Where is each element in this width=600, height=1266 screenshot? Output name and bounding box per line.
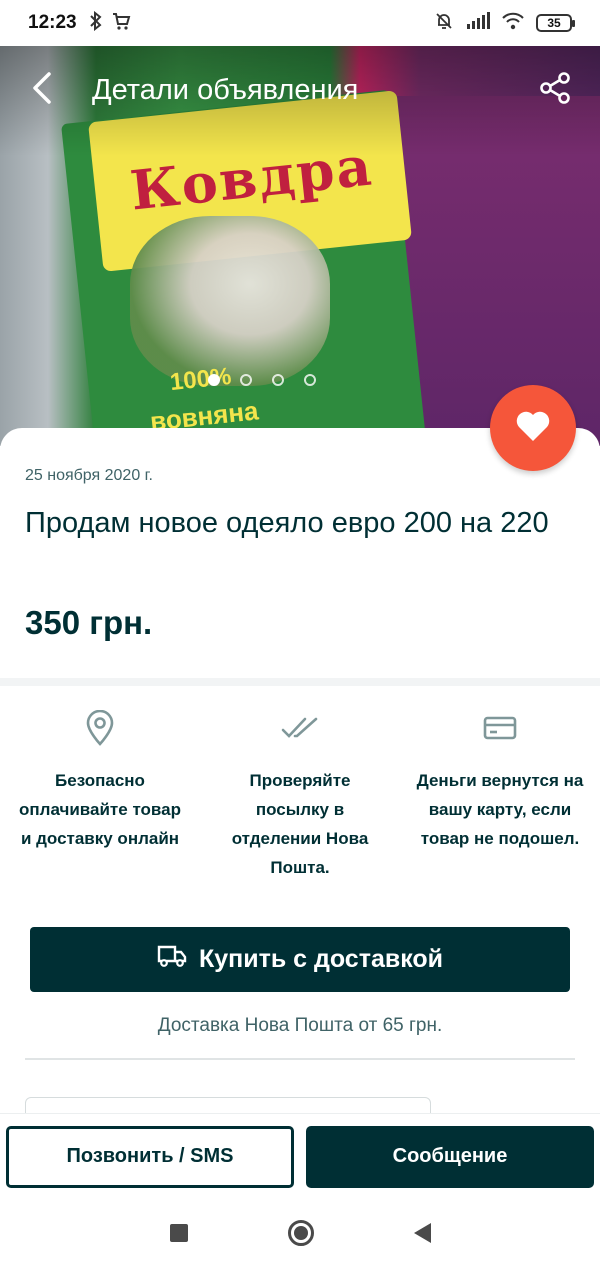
bell-off-icon	[434, 11, 454, 36]
heart-icon	[515, 410, 551, 447]
listing-price: 350 грн.	[25, 604, 153, 641]
signal-icon	[466, 11, 490, 35]
gallery-dot[interactable]	[272, 374, 284, 386]
share-button[interactable]	[520, 46, 590, 134]
status-right-icons: 35	[434, 11, 575, 36]
feature-item: Безопасно оплачивайте товар и доставку о…	[0, 706, 200, 882]
feature-text: Безопасно оплачивайте товар и доставку о…	[19, 771, 181, 848]
system-nav-bar	[0, 1199, 600, 1266]
top-app-bar: Детали объявления	[0, 46, 600, 134]
buy-button-label: Купить с доставкой	[198, 945, 444, 973]
gallery-dot[interactable]	[208, 374, 220, 386]
status-left-icons	[89, 10, 131, 36]
feature-text: Деньги вернутся на вашу карту, если това…	[416, 771, 584, 848]
back-triangle-icon[interactable]	[413, 1222, 431, 1243]
buy-with-delivery-button[interactable]: Купить с доставкой	[30, 927, 570, 992]
photo-lambs	[130, 216, 330, 386]
divider	[25, 1058, 575, 1060]
delivery-price-note: Доставка Нова Пошта от 65 грн.	[157, 1015, 443, 1036]
listing-date: 25 ноября 2020 г.	[25, 467, 153, 484]
home-icon[interactable]	[287, 1219, 314, 1246]
feature-text: Проверяйте посылку в отделении Нова Пошт…	[231, 771, 369, 877]
contact-action-bar: Позвонить / SMS Сообщение	[0, 1113, 600, 1199]
cart-icon	[111, 11, 131, 36]
share-icon	[539, 71, 571, 109]
gallery-dot[interactable]	[304, 374, 316, 386]
location-pin-icon	[85, 706, 115, 750]
recents-icon[interactable]	[169, 1223, 188, 1242]
battery-icon: 35	[536, 14, 575, 32]
call-sms-button[interactable]: Позвонить / SMS	[6, 1125, 294, 1188]
feature-item: Проверяйте посылку в отделении Нова Пошт…	[200, 706, 400, 882]
favorite-button[interactable]	[490, 385, 576, 471]
delivery-features: Безопасно оплачивайте товар и доставку о…	[0, 706, 600, 882]
status-time: 12:23	[28, 12, 77, 33]
listing-title: Продам новое одеяло евро 200 на 220	[25, 507, 549, 539]
gallery-dot[interactable]	[240, 374, 252, 386]
message-button[interactable]: Сообщение	[306, 1125, 594, 1188]
double-check-icon	[281, 706, 319, 750]
status-bar: 12:23 35	[0, 0, 600, 46]
card-icon	[483, 706, 517, 750]
back-button[interactable]	[0, 46, 84, 134]
page-title: Детали объявления	[92, 73, 359, 106]
bluetooth-icon	[89, 10, 103, 36]
gallery-pagination	[208, 374, 316, 386]
feature-item: Деньги вернутся на вашу карту, если това…	[400, 706, 600, 882]
truck-icon	[157, 944, 187, 975]
wifi-icon	[502, 12, 524, 35]
chevron-left-icon	[31, 71, 53, 110]
